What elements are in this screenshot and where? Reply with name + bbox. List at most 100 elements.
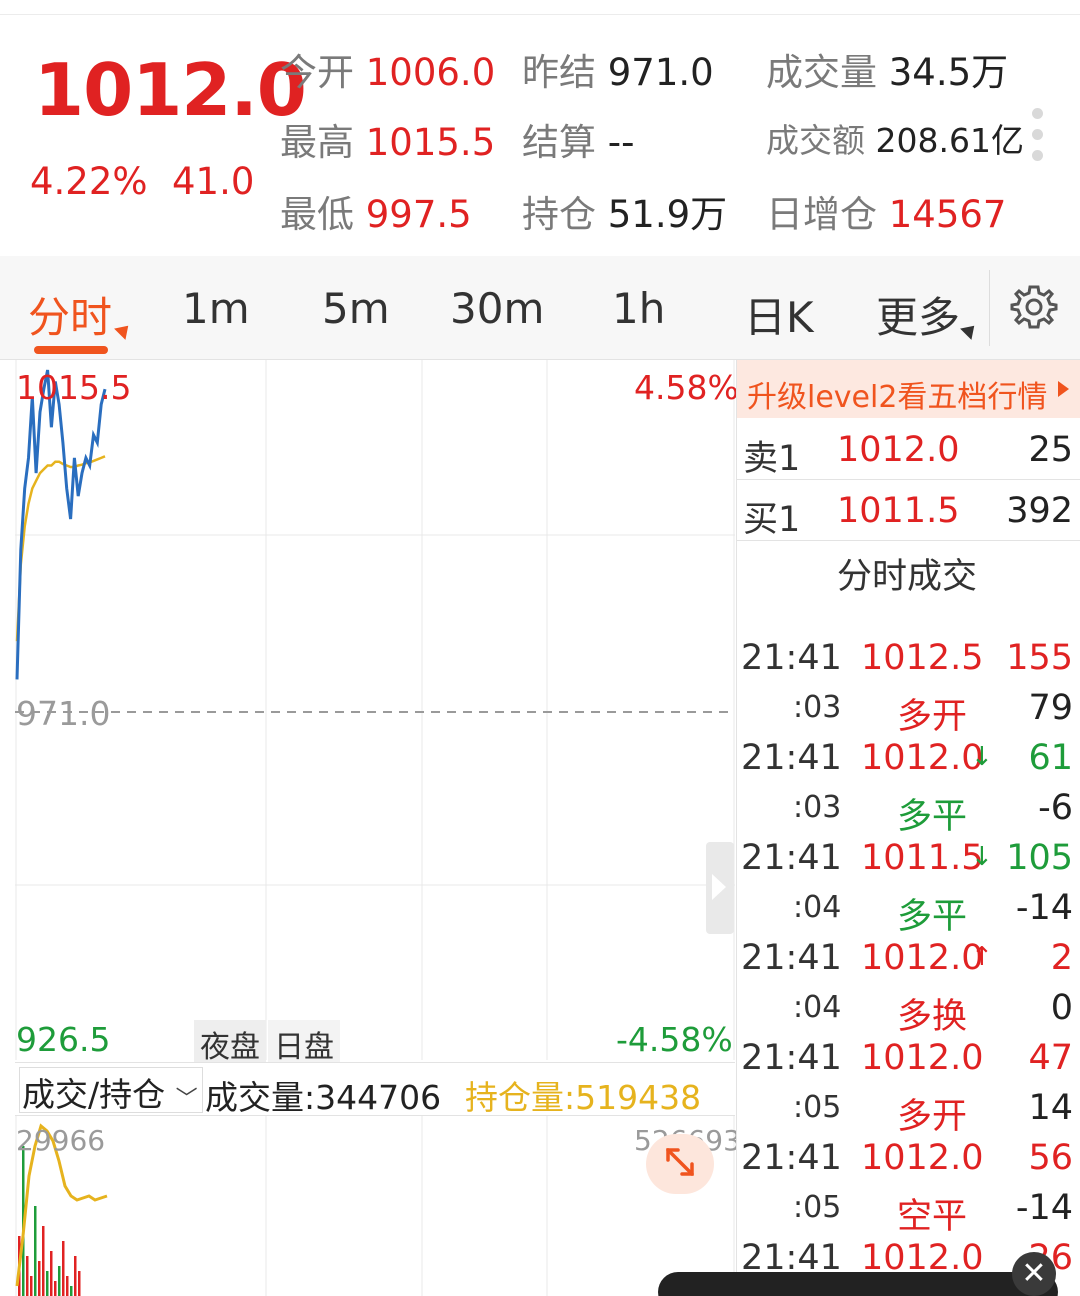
expand-icon [666,1148,694,1176]
volume-bar [70,1286,73,1296]
low-value: 997.5 [365,193,472,236]
high-value: 1015.5 [365,121,496,164]
tick-time: 21:41 [741,1038,842,1078]
tick-oi-change: 79 [1028,688,1073,728]
change-value: 41.0 [172,160,255,203]
volume-bar [38,1261,41,1296]
tick-volume: 47 [1028,1038,1073,1078]
order-book-panel: 升级level2看五档行情 卖1 1012.0 25 买1 1011.5 392… [736,360,1080,1296]
tick-time: 21:41 [741,838,842,878]
tab-intraday[interactable]: 分时 [28,284,112,345]
bottom-toast [658,1272,1058,1296]
tick-volume: 2 [1050,938,1073,978]
tick-price: 1012.0 [861,938,984,978]
open-field: 今开 1006.0 [280,42,495,96]
settle-value: -- [607,121,635,164]
tab-more-label: 更多 [876,293,961,342]
volume-chart[interactable] [15,1116,735,1296]
tick-sub-row: :04 多平 -14 [737,880,1080,937]
tab-1m[interactable]: 1m [182,284,250,333]
tab-more[interactable]: 更多 [876,284,960,345]
average-price-line [15,455,106,642]
open-interest-total: 持仓量:519438 [465,1078,702,1117]
tick-seconds: :05 [793,1190,842,1225]
volume-bar [74,1256,77,1296]
tab-1h[interactable]: 1h [612,284,665,333]
chart-high-label: 1015.5 [16,368,132,407]
gear-icon[interactable] [1010,283,1058,331]
tab-active-indicator [34,346,108,354]
open-interest-value: 51.9万 [607,193,728,236]
tick-oi-change: -14 [1015,888,1073,928]
tab-5m[interactable]: 5m [322,284,390,333]
tick-list[interactable]: 21:41 1012.5 155 :03 多开 79 21:41 1012.0 … [737,602,1080,1296]
turnover-label: 成交额 [766,121,865,160]
chevron-down-icon: ﹀ [175,1087,198,1112]
tick-row: 21:41 1012.0 47 [737,1030,1080,1080]
tick-seconds: :04 [793,990,842,1025]
volume-total: 成交量:344706 [205,1078,442,1117]
daily-oi-change-value: 14567 [888,193,1007,236]
volume-bar [58,1266,61,1296]
session-day-tab[interactable]: 日盘 [268,1020,340,1065]
tick-volume: 155 [1006,638,1073,678]
indicator-bar: 成交/持仓 ﹀ 成交量:344706 持仓量:519438 [15,1062,735,1117]
tick-row: 21:41 1012.0 56 [737,1130,1080,1180]
ticks-title: 分时成交 [837,557,978,597]
bid-price: 1011.5 [837,491,960,531]
ask-label: 卖1 [743,439,801,479]
volume-bar [54,1281,57,1296]
tick-row: 21:41 1012.0 ↓ 61 [737,730,1080,780]
prev-settle-value: 971.0 [607,51,714,94]
tick-volume: 56 [1028,1138,1073,1178]
high-field: 最高 1015.5 [280,112,495,166]
tick-oi-change: 14 [1028,1088,1073,1128]
open-value: 1006.0 [365,51,496,94]
up-arrow-icon: ↑ [971,942,993,972]
expand-button[interactable] [646,1134,714,1194]
down-arrow-icon: ↓ [971,742,993,772]
volume-field: 成交量 34.5万 [766,42,1008,96]
ask-price: 1012.0 [837,430,960,470]
level2-upgrade-banner[interactable]: 升级level2看五档行情 [737,360,1080,418]
tick-seconds: :05 [793,1090,842,1125]
close-icon[interactable]: ✕ [1012,1252,1056,1296]
settle-label: 结算 [522,121,596,164]
bid-label: 买1 [743,500,801,540]
volume-bar [42,1226,45,1296]
panel-toggle-handle[interactable] [706,842,734,934]
tick-sub-row: :05 空平 -14 [737,1180,1080,1237]
volume-bar [62,1241,65,1296]
tick-time: 21:41 [741,1138,842,1178]
down-arrow-icon: ↓ [971,842,993,872]
volume-value: 34.5万 [888,51,1009,94]
chart-high-pct: 4.58% [634,368,739,407]
tick-oi-change: -6 [1038,788,1073,828]
low-label: 最低 [280,193,354,236]
tick-time: 21:41 [741,738,842,778]
prev-settle-label: 昨结 [522,51,596,94]
daily-oi-change-field: 日增仓 14567 [766,184,1006,238]
session-night-tab[interactable]: 夜盘 [194,1020,266,1065]
intraday-price-chart[interactable] [15,360,735,1060]
tick-time: 21:41 [741,638,842,678]
indicator-select-label: 成交/持仓 [22,1075,166,1114]
tick-oi-change: -14 [1015,1188,1073,1228]
level2-upgrade-text: 升级level2看五档行情 [747,380,1048,415]
turnover-field: 成交额 208.61亿 [766,114,1024,162]
tick-oi-change: 0 [1050,988,1073,1028]
tab-daily-k[interactable]: 日K [744,284,814,345]
turnover-value: 208.61亿 [875,121,1024,160]
low-field: 最低 997.5 [280,184,472,238]
volume-bar [50,1251,53,1296]
more-vertical-icon[interactable] [1032,108,1044,171]
tick-time: 21:41 [741,938,842,978]
chart-ref-label: 971.0 [16,694,111,733]
indicator-select[interactable]: 成交/持仓 ﹀ [19,1067,203,1114]
tab-divider [989,270,990,346]
tick-row: 21:41 1011.5 ↓ 105 [737,830,1080,880]
change-percent: 4.22% [30,160,148,203]
chart-low-pct: -4.58% [616,1020,733,1059]
tab-30m[interactable]: 30m [450,284,544,333]
tick-seconds: :04 [793,890,842,925]
